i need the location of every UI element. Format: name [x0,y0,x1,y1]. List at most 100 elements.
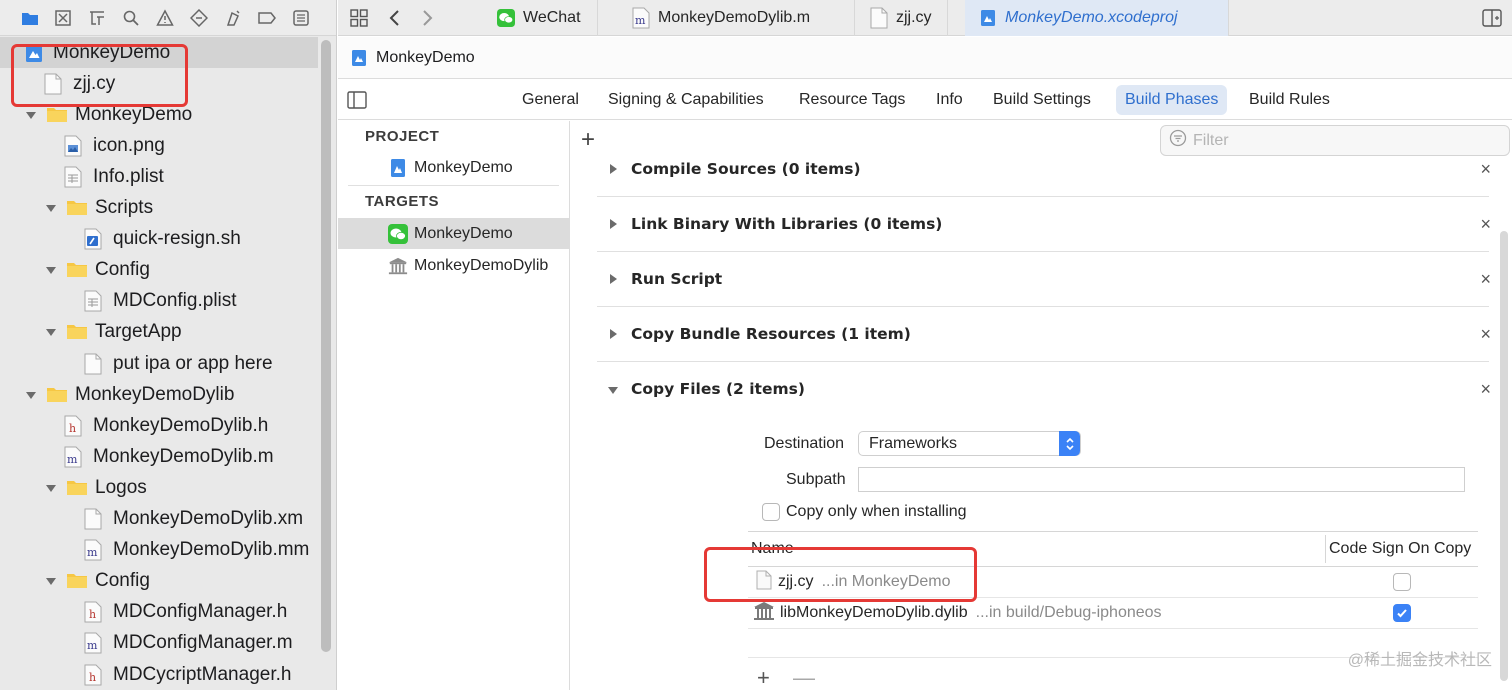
settings-tab[interactable]: Resource Tags [790,85,914,115]
debug-navigator-icon[interactable] [223,8,243,28]
copy-only-checkbox[interactable] [762,503,780,521]
delete-phase-button[interactable]: × [1480,252,1491,306]
disclosure-triangle-icon[interactable] [44,201,58,215]
tree-item[interactable]: icon.png [0,130,318,161]
build-phase[interactable]: Compile Sources (0 items) × [597,142,1491,197]
navigator-scrollbar[interactable] [321,40,331,652]
tree-item[interactable]: MonkeyDemoDylib [0,379,318,410]
tree-item[interactable]: MDConfig.plist [0,286,318,317]
code-sign-column-header[interactable]: Code Sign On Copy [1329,531,1471,567]
tree-item[interactable]: Info.plist [0,161,318,192]
subpath-label: Subpath [786,471,846,488]
build-phase[interactable]: Link Binary With Libraries (0 items) × [597,197,1491,252]
tree-item[interactable]: Scripts [0,193,318,224]
build-phase[interactable]: Copy Bundle Resources (1 item) × [597,307,1491,362]
symbol-navigator-icon[interactable] [87,8,107,28]
tree-item[interactable]: m MonkeyDemoDylib.mm [0,535,318,566]
forward-chevron-icon[interactable] [418,7,436,29]
tree-item-label: Config [95,259,150,281]
disclosure-triangle-icon[interactable] [607,142,619,196]
back-chevron-icon[interactable] [386,7,404,29]
settings-tab[interactable]: Build Rules [1240,85,1339,115]
tree-item[interactable]: h MonkeyDemoDylib.h [0,410,318,441]
build-phase[interactable]: Run Script × [597,252,1491,307]
library-icon [752,601,776,626]
sidebar-toggle-icon[interactable] [347,91,367,114]
breakpoint-navigator-icon[interactable] [257,8,277,28]
source-control-navigator-icon[interactable] [53,8,73,28]
code-sign-checkbox[interactable] [1393,604,1411,622]
disclosure-triangle-icon[interactable] [607,252,619,306]
settings-tab[interactable]: Info [927,85,972,115]
disclosure-triangle-icon[interactable] [607,307,619,361]
editor-tab[interactable]: WeChat [483,0,598,36]
tree-item[interactable]: h MDCycriptManager.h [0,659,318,690]
target-item-monkeydemodylib[interactable]: MonkeyDemoDylib [338,250,569,281]
tree-item[interactable]: MonkeyDemo [0,99,318,130]
grid-icon[interactable] [348,7,370,29]
disclosure-triangle-icon[interactable] [44,325,58,339]
report-navigator-icon[interactable] [291,8,311,28]
subpath-field[interactable] [858,467,1465,492]
settings-tab[interactable]: Build Phases [1116,85,1228,115]
disclosure-triangle-icon[interactable] [607,362,619,417]
editor-tab[interactable]: m MonkeyDemoDylib.m [618,0,855,36]
tree-item[interactable]: zjj.cy [0,68,318,99]
header-file-icon: h [84,601,104,623]
editor-tab-label: zjj.cy [896,9,932,26]
delete-phase-button[interactable]: × [1480,362,1491,417]
code-sign-checkbox[interactable] [1393,573,1411,591]
disclosure-triangle-icon[interactable] [44,574,58,588]
folder-navigator-icon[interactable] [20,8,40,28]
delete-phase-button[interactable]: × [1480,307,1491,361]
delete-phase-button[interactable]: × [1480,142,1491,196]
disclosure-triangle-icon[interactable] [24,388,38,402]
disclosure-triangle-icon[interactable] [24,108,38,122]
issue-navigator-icon[interactable] [155,8,175,28]
tree-item[interactable]: h MDConfigManager.h [0,597,318,628]
svg-text:h: h [69,422,76,435]
settings-tab[interactable]: Build Settings [984,85,1100,115]
table-row[interactable]: libMonkeyDemoDylib.dylib ...in build/Deb… [748,598,1478,629]
disclosure-triangle-icon[interactable] [44,263,58,277]
add-file-button[interactable]: + [757,665,770,690]
tree-item[interactable]: TargetApp [0,317,318,348]
destination-select[interactable]: Frameworks [858,431,1081,456]
tree-item[interactable]: m MDConfigManager.m [0,628,318,659]
disclosure-triangle-icon[interactable] [44,481,58,495]
settings-tab[interactable]: General [513,85,588,115]
navigator-toolbar [0,0,336,36]
add-build-phase-button[interactable]: + [578,127,598,153]
tree-item[interactable]: Config [0,255,318,286]
objc-file-icon: m [64,446,84,468]
tree-item[interactable]: MonkeyDemoDylib.xm [0,504,318,535]
tree-item-label: put ipa or app here [113,352,273,374]
phases-scrollbar[interactable] [1500,231,1508,681]
name-column-header[interactable]: Name [751,531,794,567]
tree-item[interactable]: MonkeyDemo [0,37,318,68]
inspector-toggle-icon[interactable] [1481,7,1503,29]
tree-item[interactable]: m MonkeyDemoDylib.m [0,441,318,472]
target-item-label: MonkeyDemo [414,224,513,242]
disclosure-triangle-icon[interactable] [607,197,619,251]
find-navigator-icon[interactable] [121,8,141,28]
editor-toolbar: WeChat m MonkeyDemoDylib.m zjj.cy MonkeyDemo… [338,0,1512,36]
project-item-label: MonkeyDemo [414,158,513,176]
tree-item[interactable]: Logos [0,472,318,503]
editor-tab[interactable]: MonkeyDemo.xcodeproj [965,0,1229,36]
remove-file-button[interactable]: — [793,665,815,690]
shell-script-icon [84,228,104,250]
delete-phase-button[interactable]: × [1480,197,1491,251]
project-item[interactable]: MonkeyDemo [338,152,569,183]
file-name: libMonkeyDemoDylib.dylib [780,604,968,621]
target-item-monkeydemo[interactable]: MonkeyDemo [338,218,569,249]
build-phase[interactable]: Copy Files (2 items) × [597,362,1491,417]
tree-item[interactable]: quick-resign.sh [0,224,318,255]
jump-bar[interactable]: MonkeyDemo [338,37,1512,79]
tree-item[interactable]: put ipa or app here [0,348,318,379]
tree-item[interactable]: Config [0,566,318,597]
test-navigator-icon[interactable] [189,8,209,28]
settings-tab[interactable]: Signing & Capabilities [599,85,773,115]
editor-tab[interactable]: zjj.cy [856,0,948,36]
table-row[interactable]: zjj.cy ...in MonkeyDemo [748,567,1478,598]
